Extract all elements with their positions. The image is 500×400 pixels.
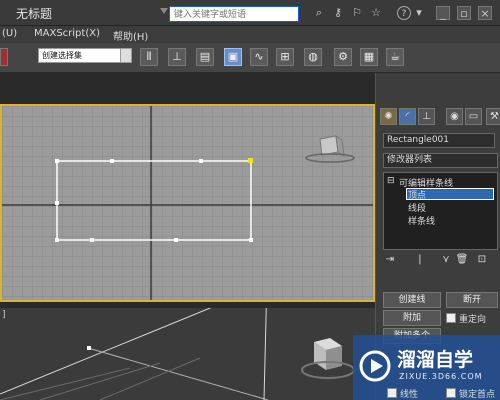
help-dropdown-icon[interactable]: ▾ — [412, 6, 426, 20]
perspective-viewport[interactable]: ] — [0, 277, 375, 400]
search-input[interactable] — [169, 6, 299, 22]
rendered-frame-icon[interactable]: ▦ — [360, 48, 378, 66]
pin-stack-icon[interactable]: ⇥ — [383, 253, 397, 267]
reorient-checkbox[interactable] — [446, 313, 456, 323]
toolbar-edge-icon[interactable] — [0, 48, 8, 66]
viewport-grid — [2, 106, 373, 300]
hierarchy-tab-icon[interactable]: ⊥ — [418, 108, 435, 125]
viewport-label: ] — [2, 310, 6, 320]
curve-editor-icon[interactable]: ∿ — [250, 48, 268, 66]
3dsmax-window: 无标题 ⌕ ⚷ ⚐ ☆ ? ▾ _ ▫ × (U) MAXScript(X) 帮… — [0, 0, 500, 400]
bind-first-label: 锁定首点 — [459, 390, 496, 400]
stack-toolbar: ⇥ ❘ ⋎ 🗑 ⊡ — [383, 253, 498, 269]
minimize-icon[interactable]: _ — [436, 6, 450, 20]
configure-sets-icon[interactable]: ⊡ — [475, 253, 489, 267]
break-button[interactable]: 断开 — [446, 292, 498, 308]
selection-set-value: 创建选择集 — [42, 51, 82, 60]
render-setup-icon[interactable]: ⚙ — [334, 48, 352, 66]
line-label: 线性 — [400, 390, 419, 400]
watermark-url: ZIXUE.3D66.COM — [399, 372, 483, 381]
modify-tab-icon[interactable]: ◜ — [399, 108, 416, 125]
main-toolbar: 创建选择集 ⫴ ⊥ ▤ ▣ ∿ ⊞ ◍ ⚙ ▦ ☕ — [0, 43, 500, 73]
create-tab-icon[interactable]: ✺ — [380, 108, 397, 125]
modifier-list-dropdown[interactable]: 修改器列表 — [383, 153, 498, 168]
top-viewport[interactable] — [0, 104, 375, 302]
binoculars-icon[interactable]: ⌕ — [312, 6, 326, 20]
layer-icon[interactable]: ▤ — [196, 48, 214, 66]
scene-explorer-icon[interactable]: ▣ — [224, 48, 242, 66]
menu-bar: (U) MAXScript(X) 帮助(H) — [0, 26, 500, 43]
make-unique-icon[interactable]: ⋎ — [439, 253, 453, 267]
watermark-name: 溜溜自学 — [397, 349, 474, 371]
stack-expand-icon[interactable]: ⊟ — [387, 176, 395, 186]
line-checkbox[interactable] — [387, 388, 397, 398]
first-vertex-handle[interactable] — [248, 158, 253, 163]
motion-tab-icon[interactable]: ◉ — [446, 108, 463, 125]
search-dropdown-icon[interactable] — [160, 8, 168, 14]
selection-set-dropdown[interactable]: 创建选择集 — [38, 48, 132, 63]
stack-item-segment[interactable]: 线段 — [408, 201, 426, 214]
bind-first-checkbox[interactable] — [446, 388, 456, 398]
schematic-view-icon[interactable]: ⊞ — [276, 48, 294, 66]
menu-item-maxscript[interactable]: MAXScript(X) — [34, 28, 100, 39]
help-icon[interactable]: ? — [397, 6, 411, 20]
reorient-label: 重定向 — [459, 315, 487, 325]
restore-icon[interactable]: ▫ — [457, 6, 471, 20]
window-title: 无标题 — [16, 7, 53, 21]
chevron-down-icon — [120, 49, 131, 62]
material-editor-icon[interactable]: ◍ — [304, 48, 322, 66]
stack-item-spline[interactable]: 样条线 — [408, 214, 435, 227]
display-tab-icon[interactable]: ▭ — [465, 108, 482, 125]
stack-item-vertex[interactable]: 顶点 — [408, 188, 426, 201]
align-icon[interactable]: ⊥ — [168, 48, 186, 66]
modifier-stack: ⊟ 可编辑样条线 顶点 线段 样条线 — [383, 172, 498, 250]
perspective-viewcube-icon[interactable] — [301, 338, 355, 379]
mirror-icon[interactable]: ⫴ — [140, 48, 158, 66]
close-icon[interactable]: × — [478, 6, 492, 20]
perspective-grid — [0, 277, 355, 400]
show-end-result-icon[interactable]: ❘ — [413, 253, 427, 267]
menu-item-help[interactable]: 帮助(H) — [113, 28, 148, 43]
render-icon[interactable]: ☕ — [386, 48, 404, 66]
bookmark-icon[interactable]: ⚐ — [350, 6, 364, 20]
perspective-vertex[interactable] — [87, 346, 91, 350]
utilities-tab-icon[interactable]: ⚒ — [486, 108, 500, 125]
create-line-button[interactable]: 创建线 — [383, 292, 441, 308]
remove-modifier-icon[interactable]: 🗑 — [455, 253, 469, 267]
star-icon[interactable]: ☆ — [369, 6, 383, 20]
attach-button[interactable]: 附加 — [383, 310, 441, 326]
title-bar: 无标题 ⌕ ⚷ ⚐ ☆ ? ▾ _ ▫ × — [0, 0, 500, 26]
object-name-field[interactable]: Rectangle001 — [383, 133, 495, 148]
key-icon[interactable]: ⚷ — [331, 6, 345, 20]
menu-item-u[interactable]: (U) — [2, 28, 17, 39]
